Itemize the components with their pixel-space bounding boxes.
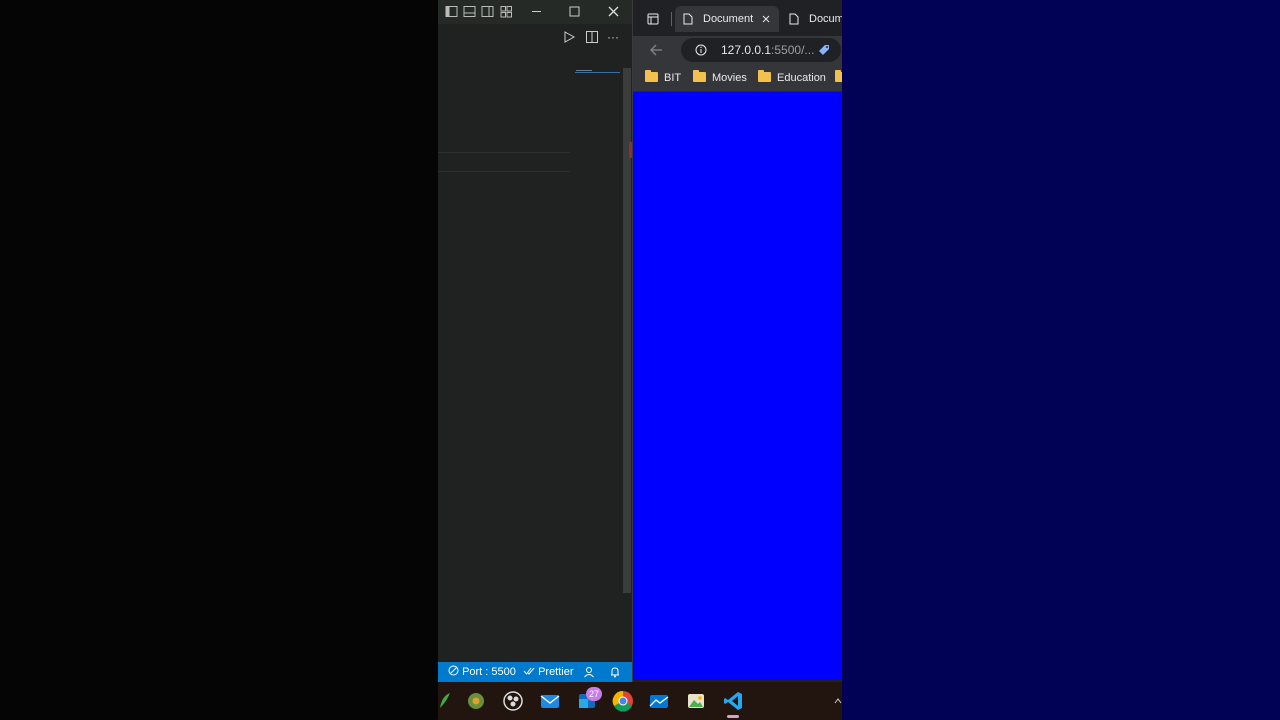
address-row: 127.0.0.1:5500/... — [633, 36, 842, 64]
minimap-viewport-line — [575, 72, 620, 73]
mail-unread-badge: 27 — [586, 687, 602, 701]
tag-extension-icon[interactable] — [817, 43, 831, 57]
editor-divider — [438, 152, 570, 153]
tab-search-icon[interactable] — [647, 13, 659, 25]
editor-toolbar: ··· — [438, 24, 632, 52]
close-icon[interactable] — [607, 5, 620, 18]
close-tab-icon[interactable] — [762, 15, 770, 23]
vscode-icon[interactable] — [722, 690, 744, 712]
address-bar[interactable]: 127.0.0.1:5500/... — [681, 38, 841, 62]
tab-document-second[interactable]: Docume — [783, 6, 842, 32]
double-check-icon — [523, 667, 535, 675]
document-icon — [789, 13, 799, 25]
prettier-status[interactable]: Prettier — [523, 662, 574, 682]
url-host: 127.0.0.1 — [721, 43, 772, 57]
minimize-icon[interactable] — [530, 5, 543, 18]
editor-scrollbar[interactable] — [620, 52, 632, 662]
chevron-up-icon[interactable] — [834, 697, 842, 705]
bookmark-label: Movies — [712, 72, 747, 84]
notifications-bell-icon[interactable] — [609, 666, 621, 678]
tab-strip: Document Docume — [633, 0, 842, 36]
toggle-secondary-sidebar-icon[interactable] — [481, 5, 494, 18]
split-editor-icon[interactable] — [585, 30, 599, 44]
obs-alt-icon[interactable] — [465, 690, 487, 712]
bookmark-label: Education — [777, 72, 826, 84]
maximize-icon[interactable] — [568, 5, 581, 18]
back-arrow-icon[interactable] — [649, 43, 663, 57]
folder-icon — [693, 70, 706, 82]
vscode-titlebar — [438, 0, 632, 24]
bookmarks-bar: BIT Movies Education — [633, 64, 842, 92]
bookmark-folder-movies[interactable]: Movies — [693, 70, 747, 86]
desktop-right-navy — [842, 0, 1280, 720]
vscode-window: ··· Port : 5500 Prettier — [438, 0, 632, 682]
toggle-primary-sidebar-icon[interactable] — [445, 5, 458, 18]
folder-icon — [645, 70, 658, 82]
chrome-icon[interactable] — [612, 690, 634, 712]
more-actions-icon[interactable]: ··· — [606, 30, 620, 44]
toggle-panel-icon[interactable] — [463, 5, 476, 18]
url-text: 127.0.0.1:5500/... — [721, 38, 814, 62]
document-icon — [683, 13, 693, 25]
browser-window: Document Docume 127.0.0.1:5500/... BIT M… — [632, 0, 842, 682]
editor-divider — [438, 171, 570, 172]
folder-icon — [758, 70, 771, 82]
bookmark-folder-bit[interactable]: BIT — [645, 70, 681, 86]
active-app-indicator — [727, 715, 739, 718]
accounts-feedback-icon[interactable] — [583, 666, 595, 678]
bookmark-folder-education[interactable]: Education — [758, 70, 826, 86]
port-label: Port : 5500 — [462, 666, 516, 678]
folder-icon — [835, 70, 842, 82]
vscode-statusbar: Port : 5500 Prettier — [438, 662, 632, 682]
live-server-port[interactable]: Port : 5500 — [448, 662, 516, 682]
url-path: :5500/... — [771, 43, 815, 57]
broadcast-off-icon — [448, 665, 459, 676]
page-content-blue[interactable] — [633, 92, 842, 680]
tab-separator — [671, 12, 672, 26]
image-icon[interactable] — [685, 690, 707, 712]
customize-layout-icon[interactable] — [500, 5, 513, 18]
mail-icon[interactable] — [539, 690, 561, 712]
bookmark-folder-more[interactable] — [835, 70, 842, 86]
taskbar — [438, 682, 842, 720]
prettier-label: Prettier — [538, 666, 574, 678]
bookmark-label: BIT — [664, 72, 682, 84]
tab-title: Document — [703, 13, 754, 25]
tab-title: Docume — [809, 13, 842, 25]
run-icon[interactable] — [562, 30, 576, 44]
site-info-icon[interactable] — [695, 44, 707, 56]
editor-area[interactable] — [438, 52, 620, 662]
tab-document-active[interactable]: Document — [675, 6, 779, 32]
minimap-text — [576, 70, 592, 71]
obs-icon[interactable] — [502, 690, 524, 712]
mail-2-icon[interactable] — [648, 690, 670, 712]
leaf-icon[interactable] — [438, 690, 460, 712]
desktop-left-black — [0, 0, 438, 720]
